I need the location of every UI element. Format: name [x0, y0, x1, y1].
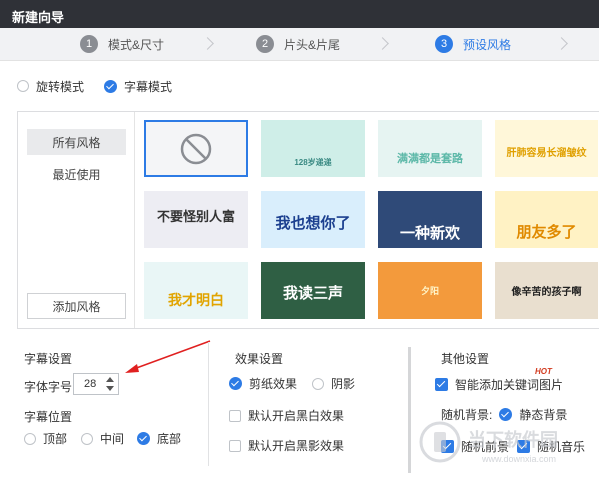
step-mode-size[interactable]: 1 模式&尺寸 — [80, 34, 164, 54]
font-size-stepper[interactable]: 28 — [73, 373, 119, 395]
stepper-down-icon[interactable] — [106, 386, 114, 391]
step-preset-style[interactable]: 3 预设风格 — [435, 34, 511, 54]
paper-cut-checkbox[interactable] — [229, 377, 242, 390]
thumbnail-caption: 夕阳 — [420, 286, 439, 296]
sidebar-item-label: 最近使用 — [52, 167, 101, 182]
sidebar-item-label: 所有风格 — [52, 135, 101, 150]
annotation-arrow — [125, 340, 211, 373]
hot-badge: HOT — [535, 367, 552, 376]
subtitle-settings-title: 字幕设置 — [24, 352, 73, 366]
style-thumbnail[interactable]: 满满都是套路 — [378, 120, 482, 177]
thumbnail-caption: 满满都是套路 — [397, 153, 463, 165]
smart-keyword-checkbox[interactable] — [435, 378, 448, 391]
rotate-mode-label: 旋转模式 — [36, 79, 85, 94]
position-middle-label: 中间 — [100, 432, 125, 446]
step-label: 预设风格 — [463, 37, 512, 52]
font-size-value: 28 — [84, 378, 97, 390]
thumbnail-caption: 像辛苦的孩子啊 — [511, 287, 582, 298]
watermark-url: www.downxia.com — [481, 454, 556, 464]
thumbnail-caption: 我才明白 — [168, 292, 224, 308]
add-style-button[interactable]: 添加风格 — [27, 293, 126, 319]
chevron-right-icon — [201, 37, 214, 50]
position-top-option[interactable]: 顶部 — [24, 430, 67, 447]
sidebar-item-all-styles[interactable]: 所有风格 — [27, 129, 126, 155]
black-white-checkbox[interactable] — [229, 409, 241, 422]
thumbnail-caption: 不要怪别人富 — [156, 209, 235, 224]
sidebar-item-recent[interactable]: 最近使用 — [27, 161, 126, 187]
thumbnail-caption: 我读三声 — [282, 285, 343, 302]
smart-keyword-option[interactable]: 智能添加关键词图片 — [435, 376, 563, 393]
style-thumbnail[interactable]: 我才明白 — [144, 262, 248, 319]
watermark-logo: 当下软件园 www.downxia.com — [419, 421, 558, 464]
position-bottom-radio[interactable] — [137, 432, 150, 445]
black-shadow-checkbox[interactable] — [229, 439, 241, 452]
thumbnail-caption: 肝肺容易长溜皱纹 — [506, 148, 587, 159]
style-sidebar: 所有风格 最近使用 添加风格 — [18, 112, 135, 328]
style-thumbnail[interactable]: 128岁递递 — [261, 120, 365, 177]
chevron-right-icon — [376, 37, 389, 50]
other-settings-title: 其他设置 — [441, 352, 490, 366]
thumbnail-caption: 一种新欢 — [399, 225, 460, 242]
title-bar: 新建向导 — [0, 0, 599, 28]
position-top-label: 顶部 — [43, 432, 68, 446]
shadow-option[interactable]: 阴影 — [312, 375, 355, 392]
step-label: 片头&片尾 — [284, 37, 341, 52]
shadow-label: 阴影 — [331, 377, 356, 391]
black-white-label: 默认开启黑白效果 — [248, 409, 345, 423]
style-thumbnail-none[interactable] — [144, 120, 248, 177]
style-thumbnail[interactable]: 朋友多了 — [495, 191, 598, 248]
subtitle-mode-radio[interactable] — [104, 79, 118, 93]
thumbnail-caption: 128岁递递 — [294, 158, 332, 167]
position-bottom-option[interactable]: 底部 — [137, 430, 181, 447]
step-label: 模式&尺寸 — [108, 37, 165, 52]
thumbnail-caption: 朋友多了 — [516, 224, 577, 241]
style-thumbnail[interactable]: 我读三声 — [261, 262, 365, 319]
position-top-radio[interactable] — [24, 432, 36, 445]
style-panel: 所有风格 最近使用 添加风格 128岁递递 满满都是套路 肝肺容易长溜皱纹 不要… — [17, 111, 599, 329]
style-thumbnail[interactable]: 不要怪别人富 — [144, 191, 248, 248]
position-middle-option[interactable]: 中间 — [81, 430, 124, 447]
divider — [208, 342, 209, 466]
divider — [408, 347, 411, 473]
effect-settings-title: 效果设置 — [235, 352, 284, 366]
add-style-label: 添加风格 — [52, 299, 101, 314]
style-thumbnail[interactable]: 一种新欢 — [378, 191, 482, 248]
chevron-right-icon — [555, 37, 568, 50]
style-thumbnail[interactable]: 像辛苦的孩子啊 — [495, 262, 598, 319]
wizard-steps: 1 模式&尺寸 2 片头&片尾 3 预设风格 — [0, 28, 599, 61]
subtitle-mode-label: 字幕模式 — [124, 79, 173, 94]
shadow-checkbox[interactable] — [312, 377, 324, 390]
smart-keyword-label: 智能添加关键词图片 — [455, 378, 564, 392]
black-white-option[interactable]: 默认开启黑白效果 — [229, 407, 344, 424]
paper-cut-option[interactable]: 剪纸效果 — [229, 375, 297, 392]
subtitle-position-label: 字幕位置 — [24, 410, 73, 424]
style-thumbnail[interactable]: 夕阳 — [378, 262, 482, 319]
step-number: 1 — [80, 35, 98, 53]
step-intro-outro[interactable]: 2 片头&片尾 — [256, 34, 340, 54]
position-bottom-label: 底部 — [157, 432, 182, 446]
step-number: 3 — [435, 35, 453, 53]
style-thumbnail[interactable]: 我也想你了 — [261, 191, 365, 248]
ban-icon — [180, 133, 212, 165]
stepper-up-icon[interactable] — [106, 377, 114, 382]
rotate-mode-radio[interactable] — [17, 80, 29, 92]
watermark-text: 当下软件园 — [468, 429, 558, 450]
window-title: 新建向导 — [12, 10, 65, 25]
mode-selector: 旋转模式 字幕模式 — [17, 78, 172, 94]
position-middle-radio[interactable] — [81, 432, 93, 445]
step-number: 2 — [256, 35, 274, 53]
thumbnail-caption: 我也想你了 — [275, 215, 351, 232]
font-size-label: 字体字号 — [24, 380, 73, 394]
black-shadow-option[interactable]: 默认开启黑影效果 — [229, 437, 344, 454]
watermark: 当下软件园 www.downxia.com — [412, 404, 599, 479]
paper-cut-label: 剪纸效果 — [249, 377, 298, 391]
black-shadow-label: 默认开启黑影效果 — [248, 439, 345, 453]
style-thumbnail[interactable]: 肝肺容易长溜皱纹 — [495, 120, 598, 177]
